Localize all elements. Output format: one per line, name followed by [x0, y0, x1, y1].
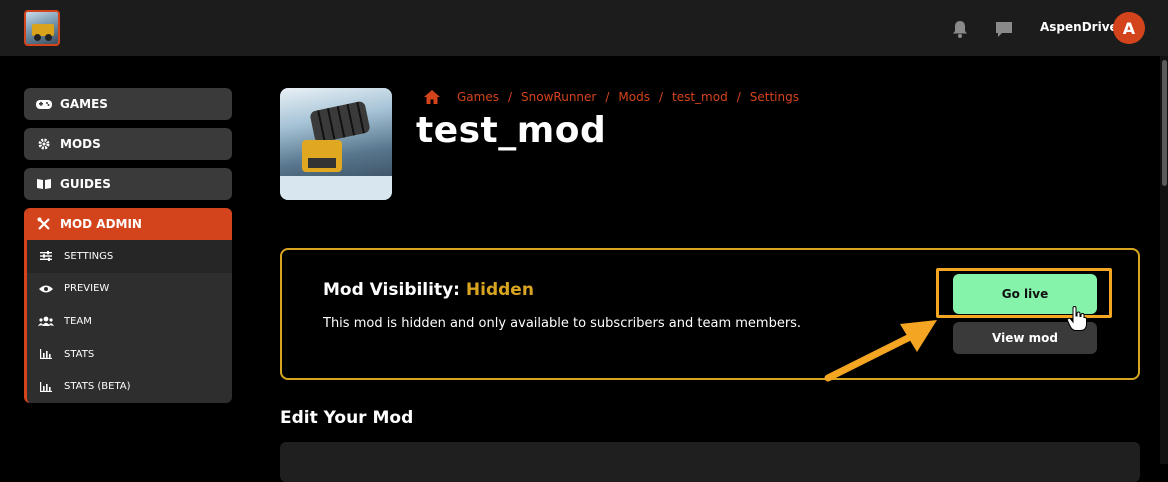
sidebar-item-label: MODS	[60, 137, 101, 151]
sidebar-subitem-label: TEAM	[64, 315, 92, 327]
visibility-status: Hidden	[465, 280, 534, 300]
sliders-icon	[38, 249, 54, 263]
avatar[interactable]: A	[1113, 12, 1145, 44]
bar-chart-icon	[38, 347, 54, 361]
bell-icon[interactable]	[949, 18, 971, 40]
visibility-heading: Mod Visibility: Hidden	[323, 280, 534, 300]
breadcrumb-link-snowrunner[interactable]: SnowRunner	[521, 90, 596, 104]
sidebar-item-mods[interactable]: MODS	[24, 128, 232, 160]
book-icon	[36, 176, 52, 192]
breadcrumb-separator: /	[736, 90, 741, 104]
sidebar-item-games[interactable]: GAMES	[24, 88, 232, 120]
home-icon[interactable]	[424, 89, 440, 105]
game-logo[interactable]	[24, 10, 60, 46]
mod-thumbnail	[280, 88, 392, 200]
username[interactable]: AspenDriver	[1040, 20, 1124, 34]
sidebar-item-mod-admin[interactable]: MOD ADMIN	[27, 208, 232, 240]
visibility-label: Mod Visibility:	[323, 280, 460, 300]
chat-bubble-icon[interactable]	[993, 18, 1015, 40]
edit-section-title: Edit Your Mod	[280, 408, 414, 428]
sidebar-subitem-team[interactable]: TEAM	[27, 305, 232, 338]
gear-icon	[36, 136, 52, 152]
gamepad-icon	[36, 96, 52, 112]
annotation-arrow-icon	[824, 320, 937, 382]
breadcrumb-separator: /	[605, 90, 610, 104]
sidebar-item-label: GAMES	[60, 97, 108, 111]
users-icon	[38, 314, 54, 328]
mod-admin-panel: MOD ADMIN SETTINGS PREVIEW TEAM STATS ST…	[24, 208, 232, 403]
breadcrumb-separator: /	[507, 90, 513, 104]
breadcrumb-link-settings[interactable]: Settings	[750, 90, 799, 104]
hand-cursor-icon	[1066, 306, 1087, 331]
sidebar-subitem-label: STATS (BETA)	[64, 381, 131, 393]
visibility-description: This mod is hidden and only available to…	[323, 316, 802, 331]
truck-grill-graphic	[308, 158, 336, 168]
top-bar: AspenDriver A	[0, 0, 1168, 56]
sidebar-subitem-stats[interactable]: STATS	[27, 338, 232, 371]
pipes-graphic	[309, 100, 371, 144]
snow-graphic	[280, 176, 392, 200]
page-scrollbar[interactable]	[1160, 56, 1168, 464]
breadcrumb-link-games[interactable]: Games	[457, 90, 499, 104]
wheel-graphic	[34, 34, 41, 41]
page-title: test_mod	[416, 110, 607, 151]
sidebar-subitem-settings[interactable]: SETTINGS	[27, 240, 232, 273]
wheel-graphic	[45, 34, 52, 41]
sidebar-subitem-label: SETTINGS	[64, 250, 114, 262]
sidebar-subitem-preview[interactable]: PREVIEW	[27, 273, 232, 306]
edit-mod-panel	[280, 442, 1140, 482]
breadcrumb-separator: /	[658, 90, 664, 104]
scrollbar-thumb[interactable]	[1162, 60, 1167, 186]
sidebar-subitem-label: PREVIEW	[64, 283, 110, 295]
sidebar-subitem-label: STATS	[64, 348, 95, 360]
breadcrumb-link-test-mod[interactable]: test_mod	[672, 90, 728, 104]
sidebar-subitem-stats-beta[interactable]: STATS (BETA)	[27, 370, 232, 403]
sidebar-item-label: MOD ADMIN	[60, 217, 142, 231]
bar-chart-icon	[38, 380, 54, 394]
tools-icon	[36, 216, 52, 232]
sidebar-item-label: GUIDES	[60, 177, 111, 191]
eye-icon	[38, 282, 54, 296]
sidebar-item-guides[interactable]: GUIDES	[24, 168, 232, 200]
breadcrumb-link-mods[interactable]: Mods	[618, 90, 650, 104]
breadcrumb: Games / SnowRunner / Mods / test_mod / S…	[424, 89, 799, 105]
